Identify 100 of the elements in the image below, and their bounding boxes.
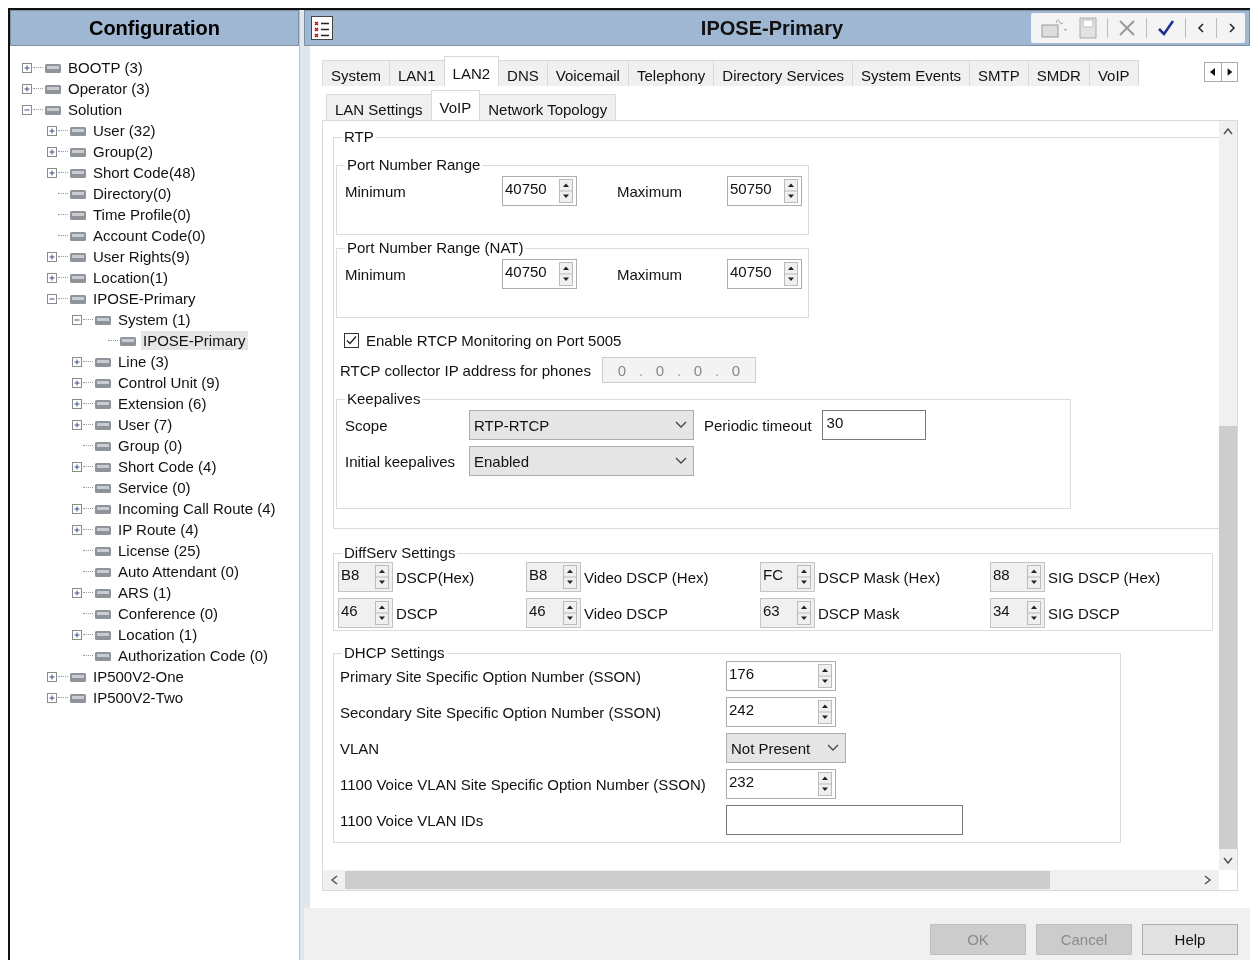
vertical-scrollbar[interactable] (1219, 121, 1237, 870)
close-icon[interactable] (1118, 19, 1136, 37)
plus-box-icon[interactable] (47, 692, 57, 703)
tree-item[interactable]: Service (0) (116, 478, 193, 497)
minus-box-icon[interactable] (72, 314, 82, 325)
plus-box-icon[interactable] (72, 377, 82, 388)
spin-arrows[interactable] (797, 565, 811, 589)
tree-item[interactable]: IP500V2-Two (91, 688, 186, 707)
tree-item[interactable]: Control Unit (9) (116, 373, 222, 392)
chevron-left-icon[interactable] (1196, 22, 1206, 34)
plus-box-icon[interactable] (72, 461, 82, 472)
plus-box-icon[interactable] (47, 146, 57, 157)
spin-box[interactable]: 232 (726, 769, 836, 799)
spin-box[interactable]: FC (760, 562, 815, 592)
tab[interactable]: DNS (498, 60, 548, 86)
tab[interactable]: VoIP (1088, 60, 1139, 86)
tree-item[interactable]: IP500V2-One (91, 667, 186, 686)
spin-box[interactable]: 50750 (727, 176, 802, 206)
spin-arrows[interactable] (559, 179, 573, 203)
tab[interactable]: Network Topology (479, 94, 617, 120)
plus-box-icon[interactable] (72, 356, 82, 367)
chevron-up-icon[interactable] (1222, 126, 1234, 136)
tree-item[interactable]: Authorization Code (0) (116, 646, 271, 665)
tree-item[interactable]: BOOTP (3) (66, 58, 145, 77)
text-field[interactable]: 30 (821, 410, 926, 440)
spin-arrows[interactable] (1027, 601, 1041, 625)
tree-item[interactable]: IP Route (4) (116, 520, 201, 539)
tree-item[interactable]: User Rights(9) (91, 247, 192, 266)
spin-arrows[interactable] (375, 565, 389, 589)
tab[interactable]: Telephony (627, 60, 715, 86)
tree-item[interactable]: Location(1) (91, 268, 171, 287)
spin-box[interactable]: 46 (338, 598, 393, 628)
plus-box-icon[interactable] (22, 62, 32, 73)
tree-item[interactable]: Auto Attendant (0) (116, 562, 241, 581)
plus-box-icon[interactable] (47, 272, 57, 283)
spin-box[interactable]: B8 (338, 562, 393, 592)
spin-box[interactable]: 46 (526, 598, 581, 628)
spin-arrows[interactable] (559, 262, 573, 286)
horizontal-scrollbar[interactable] (323, 870, 1219, 890)
spin-box[interactable]: 40750 (727, 259, 802, 289)
chevron-down-icon[interactable] (1222, 856, 1234, 866)
tree-item[interactable]: Time Profile(0) (91, 205, 193, 224)
spin-box[interactable]: 88 (990, 562, 1045, 592)
plus-box-icon[interactable] (72, 503, 82, 514)
plus-box-icon[interactable] (47, 125, 57, 136)
tab[interactable]: Voicemail (546, 60, 629, 86)
spin-arrows[interactable] (818, 700, 832, 724)
tab[interactable]: LAN Settings (326, 94, 432, 120)
tree-item[interactable]: IPOSE-Primary (91, 289, 198, 308)
spin-arrows[interactable] (797, 601, 811, 625)
minus-box-icon[interactable] (47, 293, 57, 304)
spin-box[interactable]: 40750 (502, 259, 577, 289)
tab[interactable]: LAN1 (389, 60, 445, 86)
spin-arrows[interactable] (784, 262, 798, 286)
minus-box-icon[interactable] (22, 104, 32, 115)
spin-box[interactable]: 63 (760, 598, 815, 628)
tab[interactable]: System (322, 60, 390, 86)
spin-box[interactable]: 242 (726, 697, 836, 727)
tab[interactable]: Directory Services (713, 60, 854, 86)
spin-arrows[interactable] (375, 601, 389, 625)
tree-item[interactable]: Location (1) (116, 625, 200, 644)
text-field[interactable] (726, 805, 963, 835)
plus-box-icon[interactable] (72, 524, 82, 535)
spin-box[interactable]: 34 (990, 598, 1045, 628)
tree-item[interactable]: Directory(0) (91, 184, 174, 203)
tree-item[interactable]: Incoming Call Route (4) (116, 499, 278, 518)
tab[interactable]: SMTP (969, 60, 1029, 86)
spin-box[interactable]: B8 (526, 562, 581, 592)
tab[interactable]: System Events (852, 60, 971, 86)
plus-box-icon[interactable] (72, 629, 82, 640)
tree-item[interactable]: Extension (6) (116, 394, 209, 413)
tree-item[interactable]: User (7) (116, 415, 175, 434)
checked-checkbox-icon[interactable] (344, 333, 359, 348)
plus-box-icon[interactable] (47, 251, 57, 262)
checkmark-icon[interactable] (1157, 19, 1175, 37)
spin-arrows[interactable] (818, 772, 832, 796)
plus-box-icon[interactable] (47, 167, 57, 178)
tree-item[interactable]: User (32) (91, 121, 158, 140)
dialog-button[interactable]: Help (1142, 924, 1238, 955)
tree-item[interactable]: System (1) (116, 310, 193, 329)
tree-item[interactable]: Operator (3) (66, 79, 152, 98)
tree-item[interactable]: Account Code(0) (91, 226, 208, 245)
tree-item[interactable]: License (25) (116, 541, 203, 560)
tree-item[interactable]: Solution (66, 100, 125, 119)
spin-arrows[interactable] (563, 565, 577, 589)
plus-box-icon[interactable] (47, 671, 57, 682)
tree-item[interactable]: Short Code(48) (91, 163, 198, 182)
chevron-right-icon[interactable] (1227, 22, 1237, 34)
tree-item[interactable]: IPOSE-Primary (141, 331, 248, 350)
tree-item[interactable]: Group(2) (91, 142, 156, 161)
tree-item[interactable]: Group (0) (116, 436, 185, 455)
spin-arrows[interactable] (563, 601, 577, 625)
plus-box-icon[interactable] (72, 398, 82, 409)
tree-item[interactable]: Line (3) (116, 352, 171, 371)
tree-item[interactable]: Conference (0) (116, 604, 221, 623)
spin-arrows[interactable] (1027, 565, 1041, 589)
dropdown[interactable]: RTP-RTCP (469, 410, 694, 440)
tab[interactable]: SMDR (1027, 60, 1090, 86)
plus-box-icon[interactable] (72, 419, 82, 430)
tree-item[interactable]: Short Code (4) (116, 457, 219, 476)
